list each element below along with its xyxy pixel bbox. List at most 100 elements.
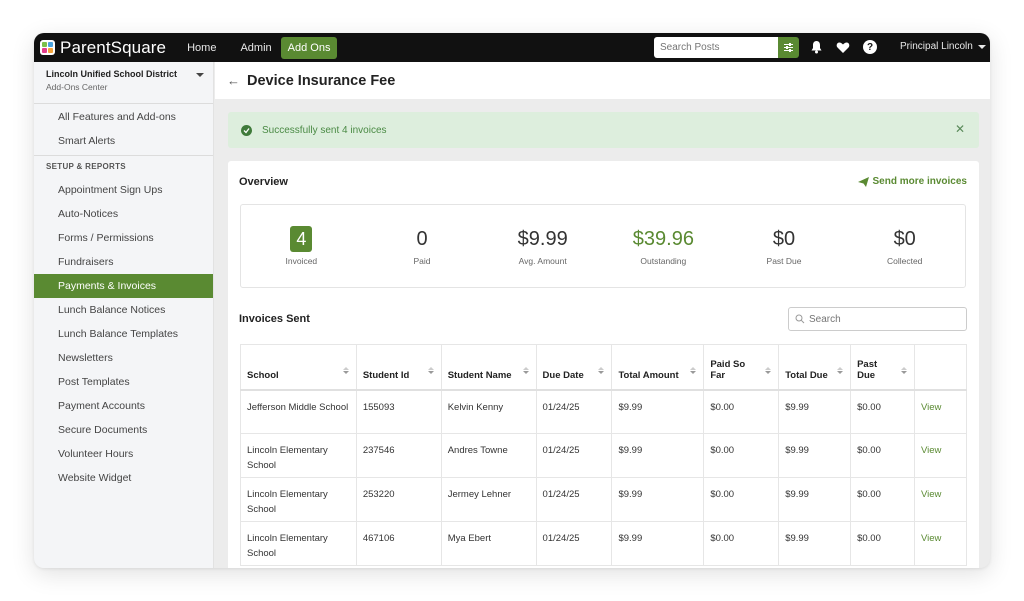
stat-collected: $0 Collected: [844, 205, 965, 287]
send-more-invoices-link[interactable]: Send more invoices: [857, 176, 967, 187]
parentsquare-logo[interactable]: ParentSquare: [40, 38, 166, 58]
overview-heading: Overview: [239, 176, 288, 188]
sidebar-item-website-widget[interactable]: Website Widget: [34, 466, 213, 490]
sidebar-item-post-templates[interactable]: Post Templates: [34, 370, 213, 394]
nav-add-ons[interactable]: Add Ons: [280, 36, 338, 59]
table-cell: $0.00: [850, 389, 915, 434]
sort-icon[interactable]: [837, 366, 844, 374]
stat-value: 0: [416, 227, 428, 250]
stat-avg-amount: $9.99 Avg. Amount: [482, 205, 603, 287]
search-icon: [795, 314, 805, 324]
column-header-student-name[interactable]: Student Name: [440, 344, 537, 391]
sidebar-item-auto-notices[interactable]: Auto-Notices: [34, 202, 213, 226]
stat-value: $0: [893, 227, 916, 250]
column-header-label: Total Due: [785, 369, 828, 381]
search-filter-button[interactable]: [778, 37, 799, 58]
column-header-paid-so-far[interactable]: Paid So Far: [703, 344, 780, 391]
top-icons: ?: [810, 40, 877, 54]
view-invoice-link[interactable]: View: [913, 433, 968, 478]
table-cell: Jefferson Middle School: [240, 389, 357, 434]
sort-icon[interactable]: [342, 366, 349, 374]
table-cell: Kelvin Kenny: [440, 389, 537, 434]
sidebar-setup-list: Appointment Sign Ups Auto-Notices Forms / …: [34, 178, 213, 490]
sort-icon[interactable]: [765, 366, 772, 374]
column-header-due-date[interactable]: Due Date: [535, 344, 613, 391]
table-cell: 01/24/25: [535, 389, 613, 434]
sliders-icon: [784, 43, 793, 52]
chevron-down-icon: [196, 73, 204, 77]
column-header-label: Student Id: [362, 369, 410, 381]
sidebar-item-smart-alerts[interactable]: Smart Alerts: [34, 129, 213, 153]
user-menu[interactable]: Principal Lincoln: [900, 41, 986, 52]
success-alert: Successfully sent 4 invoices ✕: [228, 112, 979, 148]
table-cell: $0.00: [703, 477, 780, 522]
paper-plane-icon: [857, 176, 869, 187]
sidebar-item-forms-permissions[interactable]: Forms / Permissions: [34, 226, 213, 250]
stat-value: $9.99: [517, 227, 568, 250]
sidebar-item-lunch-balance-notices[interactable]: Lunch Balance Notices: [34, 298, 213, 322]
view-invoice-link[interactable]: View: [913, 477, 968, 522]
table-body: Jefferson Middle School 155093 Kelvin Kenn…: [240, 389, 968, 566]
stat-paid: 0 Paid: [362, 205, 483, 287]
column-header-label: Due Date: [542, 369, 584, 381]
stat-label: Paid: [413, 256, 431, 266]
search-posts-input[interactable]: [654, 37, 778, 58]
logo-text: ParentSquare: [60, 37, 167, 57]
nav-home[interactable]: Home: [180, 42, 223, 54]
sort-icon[interactable]: [522, 366, 529, 374]
sidebar-item-all-features[interactable]: All Features and Add-ons: [34, 105, 213, 129]
sidebar-item-appointment-sign-ups[interactable]: Appointment Sign Ups: [34, 178, 213, 202]
user-name: Principal Lincoln: [900, 41, 973, 52]
column-header-label: Total Amount: [618, 369, 679, 381]
column-header-student-id[interactable]: Student Id: [355, 344, 442, 391]
table-row: Lincoln Elementary School 253220 Jermey Le…: [240, 477, 968, 522]
column-header-total-due[interactable]: Total Due: [778, 344, 852, 391]
table-search-input[interactable]: [809, 313, 949, 325]
send-more-label: Send more invoices: [872, 176, 967, 187]
table-cell: 01/24/25: [535, 433, 613, 478]
table-cell: Lincoln Elementary School: [240, 477, 357, 522]
sidebar-item-fundraisers[interactable]: Fundraisers: [34, 250, 213, 274]
back-arrow-icon[interactable]: ←: [227, 73, 240, 88]
table-cell: 237546: [355, 433, 442, 478]
top-navbar: ParentSquare Home Admin Add Ons ? Princi…: [34, 33, 990, 62]
column-header-total-amount[interactable]: Total Amount: [611, 344, 705, 391]
table-cell: $9.99: [778, 433, 852, 478]
sort-icon[interactable]: [900, 366, 907, 374]
sort-icon[interactable]: [690, 366, 697, 374]
view-invoice-link[interactable]: View: [913, 389, 968, 434]
sidebar-item-lunch-balance-templates[interactable]: Lunch Balance Templates: [34, 322, 213, 346]
column-header-label: Paid So Far: [710, 358, 746, 381]
stat-value: 4: [290, 226, 313, 252]
sidebar-item-newsletters[interactable]: Newsletters: [34, 346, 213, 370]
help-icon[interactable]: ?: [863, 40, 877, 54]
column-header-past-due[interactable]: Past Due: [850, 344, 915, 391]
sidebar-item-secure-documents[interactable]: Secure Documents: [34, 418, 213, 442]
sort-icon[interactable]: [598, 366, 605, 374]
table-cell: $0.00: [850, 521, 915, 566]
search-posts-box: [654, 37, 799, 58]
district-name: Lincoln Unified School District: [46, 69, 178, 79]
view-invoice-link[interactable]: View: [913, 521, 968, 566]
district-selector[interactable]: Lincoln Unified School District Add-Ons …: [34, 62, 213, 104]
close-icon[interactable]: ✕: [955, 122, 965, 136]
table-cell: Lincoln Elementary School: [240, 521, 357, 566]
table-cell: Lincoln Elementary School: [240, 433, 357, 478]
column-header-school[interactable]: School: [240, 344, 357, 391]
table-cell: $0.00: [703, 389, 780, 434]
table-row: Jefferson Middle School 155093 Kelvin Kenn…: [240, 389, 968, 434]
stat-past-due: $0 Past Due: [724, 205, 845, 287]
sidebar-section-heading: SETUP & REPORTS: [46, 162, 126, 171]
bell-icon[interactable]: [810, 40, 823, 54]
nav-admin[interactable]: Admin: [233, 42, 278, 54]
heart-icon[interactable]: [836, 41, 850, 54]
table-cell: $9.99: [611, 521, 705, 566]
sort-icon[interactable]: [427, 366, 434, 374]
table-cell: $9.99: [611, 477, 705, 522]
sidebar-item-volunteer-hours[interactable]: Volunteer Hours: [34, 442, 213, 466]
sidebar-item-payment-accounts[interactable]: Payment Accounts: [34, 394, 213, 418]
stat-invoiced: 4 Invoiced: [241, 205, 362, 287]
table-cell: 01/24/25: [535, 477, 613, 522]
sidebar-item-payments-invoices[interactable]: Payments & Invoices: [34, 274, 213, 298]
overview-stats: 4 Invoiced 0 Paid $9.99 Avg. Amount $39.96 Outs…: [240, 204, 966, 288]
